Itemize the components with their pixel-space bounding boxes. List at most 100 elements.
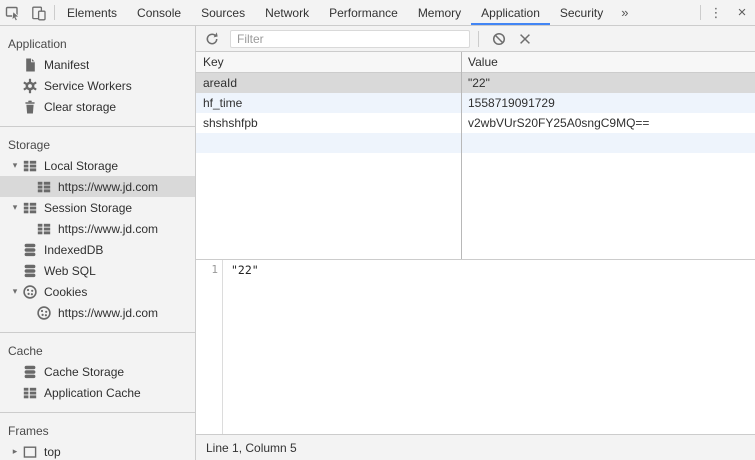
sidebar-item-label: https://www.jd.com <box>58 306 158 320</box>
database-icon <box>22 263 38 279</box>
row-key: areaId <box>196 76 461 90</box>
tab-performance[interactable]: Performance <box>319 0 408 25</box>
clear-all-button[interactable] <box>487 28 511 50</box>
sidebar-item-service-workers[interactable]: Service Workers <box>0 75 195 96</box>
sidebar-item-local-storage[interactable]: ▾ Local Storage <box>0 155 195 176</box>
sidebar-item-clear-storage[interactable]: Clear storage <box>0 96 195 117</box>
inspect-cursor-icon <box>5 5 21 21</box>
preview-content: "22" <box>223 260 259 434</box>
tabbar-separator <box>54 5 55 20</box>
sidebar-item-top-frame[interactable]: ▸ top <box>0 441 195 460</box>
cookie-icon <box>22 284 38 300</box>
sidebar-item-label: Clear storage <box>44 100 116 114</box>
expand-arrow-icon[interactable]: ▾ <box>8 155 22 176</box>
sidebar-section-frames: Frames ▸ top <box>0 413 195 460</box>
sidebar-item-label: Cache Storage <box>44 365 124 379</box>
section-title-storage: Storage <box>0 129 195 155</box>
section-title-frames: Frames <box>0 415 195 441</box>
column-resize-handle[interactable] <box>461 52 462 259</box>
status-bar: Line 1, Column 5 <box>196 434 755 460</box>
tab-sources[interactable]: Sources <box>191 0 255 25</box>
local-storage-panel: Key Value areaId "22" hf_time 1558719091… <box>196 26 755 460</box>
sidebar-item-label: Service Workers <box>44 79 132 93</box>
tab-elements[interactable]: Elements <box>57 0 127 25</box>
tab-memory[interactable]: Memory <box>408 0 471 25</box>
tab-network[interactable]: Network <box>255 0 319 25</box>
sidebar-item-session-storage-jd[interactable]: https://www.jd.com <box>0 218 195 239</box>
expand-arrow-icon[interactable]: ▾ <box>8 281 22 302</box>
row-key: shshshfpb <box>196 116 461 130</box>
table-row[interactable]: shshshfpb v2wbVUrS20FY25A0sngC9MQ== <box>196 113 755 133</box>
line-number-gutter: 1 <box>196 260 223 434</box>
database-icon <box>22 364 38 380</box>
sidebar-item-session-storage[interactable]: ▾ Session Storage <box>0 197 195 218</box>
sidebar-item-label: https://www.jd.com <box>58 222 158 236</box>
expand-arrow-icon[interactable]: ▾ <box>8 197 22 218</box>
grid-header: Key Value <box>196 52 755 73</box>
storage-toolbar <box>196 26 755 52</box>
devtools-tabbar: Elements Console Sources Network Perform… <box>0 0 755 26</box>
sidebar-item-cookies[interactable]: ▾ Cookies <box>0 281 195 302</box>
sidebar-section-application: Application Manifest Service Workers Cle… <box>0 26 195 127</box>
row-value: 1558719091729 <box>461 96 755 110</box>
empty-creation-row[interactable] <box>196 133 755 153</box>
trash-icon <box>22 99 38 115</box>
column-header-key[interactable]: Key <box>196 55 461 69</box>
cursor-position-text: Line 1, Column 5 <box>206 441 297 455</box>
storage-grid-icon <box>22 385 38 401</box>
row-value: v2wbVUrS20FY25A0sngC9MQ== <box>461 116 755 130</box>
devtools-menu-button[interactable]: ⋮ <box>703 0 729 25</box>
storage-grid-icon <box>22 158 38 174</box>
inspect-element-button[interactable] <box>0 0 26 25</box>
sidebar-item-label: Local Storage <box>44 159 118 173</box>
sidebar-item-cookies-jd[interactable]: https://www.jd.com <box>0 302 195 323</box>
delete-selected-button[interactable] <box>513 28 537 50</box>
tab-security[interactable]: Security <box>550 0 613 25</box>
sidebar-item-manifest[interactable]: Manifest <box>0 54 195 75</box>
sidebar-section-cache: Cache Cache Storage Application Cache <box>0 333 195 413</box>
table-row[interactable]: hf_time 1558719091729 <box>196 93 755 113</box>
sidebar-item-label: Web SQL <box>44 264 96 278</box>
toolbar-separator <box>478 31 479 47</box>
sidebar-item-label: https://www.jd.com <box>58 180 158 194</box>
more-tabs-button[interactable]: » <box>613 0 636 25</box>
sidebar-item-indexeddb[interactable]: IndexedDB <box>0 239 195 260</box>
sidebar-item-label: top <box>44 445 61 459</box>
sidebar-item-application-cache[interactable]: Application Cache <box>0 382 195 403</box>
row-value: "22" <box>461 76 755 90</box>
cookie-icon <box>36 305 52 321</box>
frame-icon <box>22 444 38 460</box>
tab-console[interactable]: Console <box>127 0 191 25</box>
storage-items-grid: Key Value areaId "22" hf_time 1558719091… <box>196 52 755 260</box>
line-number: 1 <box>211 263 218 276</box>
manifest-file-icon <box>22 57 38 73</box>
refresh-icon <box>204 31 220 47</box>
close-devtools-button[interactable]: × <box>729 0 755 25</box>
row-key: hf_time <box>196 96 461 110</box>
storage-grid-icon <box>22 200 38 216</box>
sidebar-item-label: Manifest <box>44 58 89 72</box>
sidebar-item-label: Session Storage <box>44 201 132 215</box>
sidebar-item-cache-storage[interactable]: Cache Storage <box>0 361 195 382</box>
application-sidebar: Application Manifest Service Workers Cle… <box>0 26 196 460</box>
gear-icon <box>22 78 38 94</box>
sidebar-item-label: Cookies <box>44 285 87 299</box>
grid-empty-area <box>196 153 755 259</box>
value-preview-pane: 1 "22" <box>196 260 755 434</box>
tab-application[interactable]: Application <box>471 0 550 25</box>
storage-grid-icon <box>36 179 52 195</box>
block-icon <box>491 31 507 47</box>
filter-input[interactable] <box>230 30 470 48</box>
toggle-device-toolbar-button[interactable] <box>26 0 52 25</box>
tabbar-spacer <box>636 0 698 25</box>
sidebar-item-local-storage-jd[interactable]: https://www.jd.com <box>0 176 195 197</box>
sidebar-item-web-sql[interactable]: Web SQL <box>0 260 195 281</box>
refresh-button[interactable] <box>200 28 224 50</box>
database-icon <box>22 242 38 258</box>
delete-x-icon <box>517 31 533 47</box>
expand-arrow-icon[interactable]: ▸ <box>8 441 22 460</box>
devtools-window: Elements Console Sources Network Perform… <box>0 0 755 460</box>
column-header-value[interactable]: Value <box>461 55 755 69</box>
sidebar-section-storage: Storage ▾ Local Storage https://www.jd.c… <box>0 127 195 333</box>
table-row[interactable]: areaId "22" <box>196 73 755 93</box>
